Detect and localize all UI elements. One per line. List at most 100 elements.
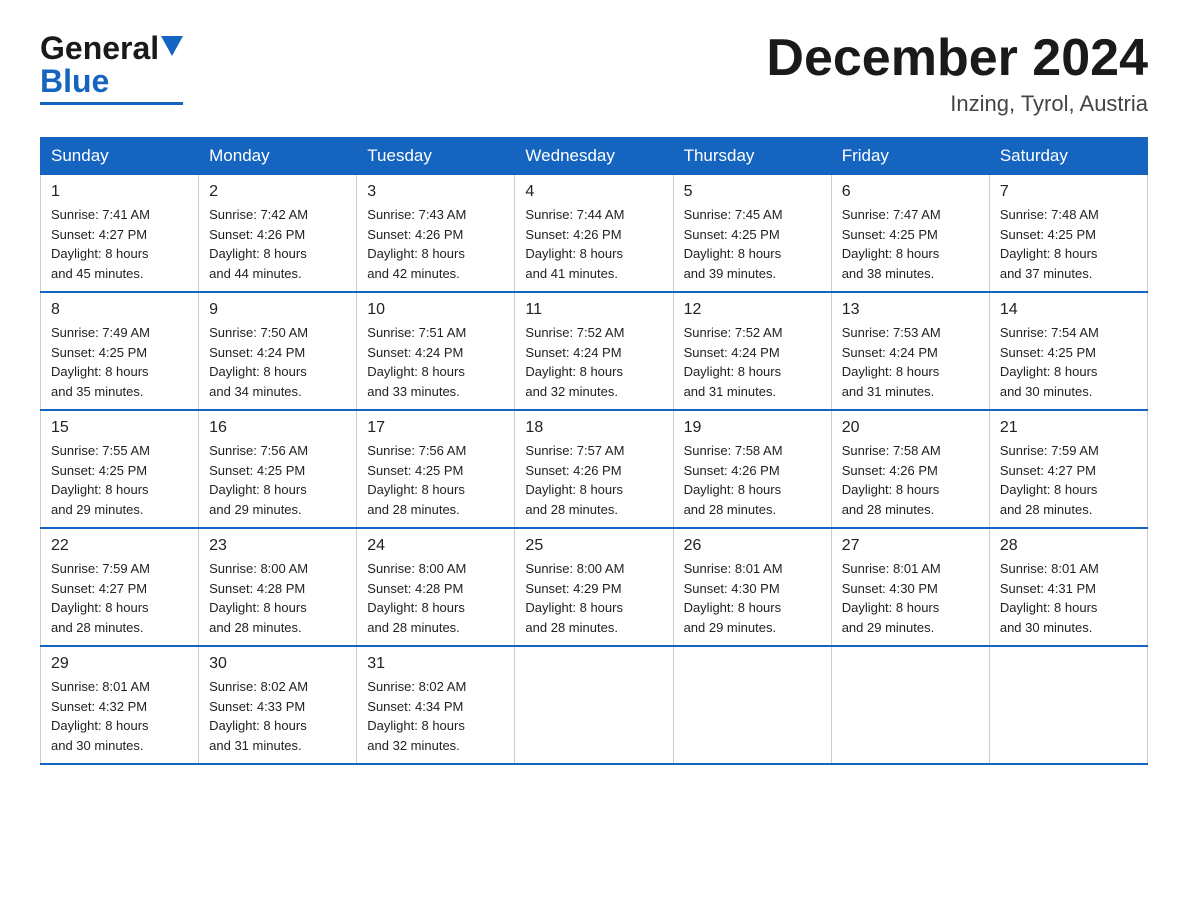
week-row-4: 22 Sunrise: 7:59 AM Sunset: 4:27 PM Dayl… bbox=[41, 528, 1148, 646]
day-info: Sunrise: 8:01 AM Sunset: 4:30 PM Dayligh… bbox=[842, 559, 979, 637]
day-number: 30 bbox=[209, 655, 346, 673]
day-number: 21 bbox=[1000, 419, 1137, 437]
day-number: 7 bbox=[1000, 183, 1137, 201]
header-saturday: Saturday bbox=[989, 138, 1147, 175]
calendar-cell: 15 Sunrise: 7:55 AM Sunset: 4:25 PM Dayl… bbox=[41, 410, 199, 528]
day-info: Sunrise: 7:58 AM Sunset: 4:26 PM Dayligh… bbox=[842, 441, 979, 519]
calendar-cell: 5 Sunrise: 7:45 AM Sunset: 4:25 PM Dayli… bbox=[673, 175, 831, 293]
day-number: 22 bbox=[51, 537, 188, 555]
calendar-cell: 20 Sunrise: 7:58 AM Sunset: 4:26 PM Dayl… bbox=[831, 410, 989, 528]
day-info: Sunrise: 7:49 AM Sunset: 4:25 PM Dayligh… bbox=[51, 323, 188, 401]
day-info: Sunrise: 8:00 AM Sunset: 4:28 PM Dayligh… bbox=[367, 559, 504, 637]
day-info: Sunrise: 7:56 AM Sunset: 4:25 PM Dayligh… bbox=[367, 441, 504, 519]
day-info: Sunrise: 7:55 AM Sunset: 4:25 PM Dayligh… bbox=[51, 441, 188, 519]
location: Inzing, Tyrol, Austria bbox=[766, 91, 1148, 117]
calendar-cell: 14 Sunrise: 7:54 AM Sunset: 4:25 PM Dayl… bbox=[989, 292, 1147, 410]
calendar-cell: 29 Sunrise: 8:01 AM Sunset: 4:32 PM Dayl… bbox=[41, 646, 199, 764]
calendar-cell: 17 Sunrise: 7:56 AM Sunset: 4:25 PM Dayl… bbox=[357, 410, 515, 528]
calendar-cell: 24 Sunrise: 8:00 AM Sunset: 4:28 PM Dayl… bbox=[357, 528, 515, 646]
day-number: 3 bbox=[367, 183, 504, 201]
day-info: Sunrise: 7:52 AM Sunset: 4:24 PM Dayligh… bbox=[684, 323, 821, 401]
calendar-table: SundayMondayTuesdayWednesdayThursdayFrid… bbox=[40, 137, 1148, 765]
day-info: Sunrise: 7:43 AM Sunset: 4:26 PM Dayligh… bbox=[367, 205, 504, 283]
week-row-5: 29 Sunrise: 8:01 AM Sunset: 4:32 PM Dayl… bbox=[41, 646, 1148, 764]
calendar-cell: 27 Sunrise: 8:01 AM Sunset: 4:30 PM Dayl… bbox=[831, 528, 989, 646]
calendar-cell: 3 Sunrise: 7:43 AM Sunset: 4:26 PM Dayli… bbox=[357, 175, 515, 293]
month-title: December 2024 bbox=[766, 30, 1148, 87]
day-number: 18 bbox=[525, 419, 662, 437]
day-info: Sunrise: 8:02 AM Sunset: 4:34 PM Dayligh… bbox=[367, 677, 504, 755]
header-monday: Monday bbox=[199, 138, 357, 175]
day-number: 1 bbox=[51, 183, 188, 201]
day-number: 28 bbox=[1000, 537, 1137, 555]
calendar-cell: 9 Sunrise: 7:50 AM Sunset: 4:24 PM Dayli… bbox=[199, 292, 357, 410]
header-wednesday: Wednesday bbox=[515, 138, 673, 175]
day-number: 12 bbox=[684, 301, 821, 319]
calendar-cell bbox=[515, 646, 673, 764]
calendar-cell: 7 Sunrise: 7:48 AM Sunset: 4:25 PM Dayli… bbox=[989, 175, 1147, 293]
logo-blue-text: Blue bbox=[40, 63, 109, 99]
day-info: Sunrise: 8:01 AM Sunset: 4:30 PM Dayligh… bbox=[684, 559, 821, 637]
day-info: Sunrise: 8:01 AM Sunset: 4:31 PM Dayligh… bbox=[1000, 559, 1137, 637]
header-friday: Friday bbox=[831, 138, 989, 175]
calendar-cell: 10 Sunrise: 7:51 AM Sunset: 4:24 PM Dayl… bbox=[357, 292, 515, 410]
calendar-cell: 19 Sunrise: 7:58 AM Sunset: 4:26 PM Dayl… bbox=[673, 410, 831, 528]
day-number: 8 bbox=[51, 301, 188, 319]
calendar-cell: 4 Sunrise: 7:44 AM Sunset: 4:26 PM Dayli… bbox=[515, 175, 673, 293]
day-number: 13 bbox=[842, 301, 979, 319]
day-info: Sunrise: 8:00 AM Sunset: 4:28 PM Dayligh… bbox=[209, 559, 346, 637]
calendar-cell: 1 Sunrise: 7:41 AM Sunset: 4:27 PM Dayli… bbox=[41, 175, 199, 293]
day-number: 24 bbox=[367, 537, 504, 555]
day-number: 26 bbox=[684, 537, 821, 555]
day-info: Sunrise: 7:59 AM Sunset: 4:27 PM Dayligh… bbox=[51, 559, 188, 637]
day-info: Sunrise: 7:42 AM Sunset: 4:26 PM Dayligh… bbox=[209, 205, 346, 283]
day-number: 25 bbox=[525, 537, 662, 555]
day-number: 4 bbox=[525, 183, 662, 201]
header-tuesday: Tuesday bbox=[357, 138, 515, 175]
calendar-cell: 21 Sunrise: 7:59 AM Sunset: 4:27 PM Dayl… bbox=[989, 410, 1147, 528]
calendar-cell: 22 Sunrise: 7:59 AM Sunset: 4:27 PM Dayl… bbox=[41, 528, 199, 646]
day-info: Sunrise: 7:45 AM Sunset: 4:25 PM Dayligh… bbox=[684, 205, 821, 283]
day-number: 23 bbox=[209, 537, 346, 555]
day-number: 29 bbox=[51, 655, 188, 673]
calendar-cell: 16 Sunrise: 7:56 AM Sunset: 4:25 PM Dayl… bbox=[199, 410, 357, 528]
day-number: 27 bbox=[842, 537, 979, 555]
week-row-1: 1 Sunrise: 7:41 AM Sunset: 4:27 PM Dayli… bbox=[41, 175, 1148, 293]
header-right: December 2024 Inzing, Tyrol, Austria bbox=[766, 30, 1148, 117]
logo-triangle-icon bbox=[161, 36, 183, 56]
day-info: Sunrise: 8:01 AM Sunset: 4:32 PM Dayligh… bbox=[51, 677, 188, 755]
day-number: 9 bbox=[209, 301, 346, 319]
week-row-2: 8 Sunrise: 7:49 AM Sunset: 4:25 PM Dayli… bbox=[41, 292, 1148, 410]
day-info: Sunrise: 7:51 AM Sunset: 4:24 PM Dayligh… bbox=[367, 323, 504, 401]
day-info: Sunrise: 8:02 AM Sunset: 4:33 PM Dayligh… bbox=[209, 677, 346, 755]
calendar-header-row: SundayMondayTuesdayWednesdayThursdayFrid… bbox=[41, 138, 1148, 175]
day-info: Sunrise: 7:50 AM Sunset: 4:24 PM Dayligh… bbox=[209, 323, 346, 401]
day-number: 10 bbox=[367, 301, 504, 319]
header-thursday: Thursday bbox=[673, 138, 831, 175]
calendar-cell: 2 Sunrise: 7:42 AM Sunset: 4:26 PM Dayli… bbox=[199, 175, 357, 293]
day-number: 16 bbox=[209, 419, 346, 437]
day-info: Sunrise: 7:54 AM Sunset: 4:25 PM Dayligh… bbox=[1000, 323, 1137, 401]
calendar-cell: 31 Sunrise: 8:02 AM Sunset: 4:34 PM Dayl… bbox=[357, 646, 515, 764]
calendar-cell bbox=[989, 646, 1147, 764]
calendar-cell bbox=[831, 646, 989, 764]
day-info: Sunrise: 7:57 AM Sunset: 4:26 PM Dayligh… bbox=[525, 441, 662, 519]
day-info: Sunrise: 8:00 AM Sunset: 4:29 PM Dayligh… bbox=[525, 559, 662, 637]
week-row-3: 15 Sunrise: 7:55 AM Sunset: 4:25 PM Dayl… bbox=[41, 410, 1148, 528]
day-info: Sunrise: 7:53 AM Sunset: 4:24 PM Dayligh… bbox=[842, 323, 979, 401]
header-sunday: Sunday bbox=[41, 138, 199, 175]
day-number: 14 bbox=[1000, 301, 1137, 319]
day-info: Sunrise: 7:52 AM Sunset: 4:24 PM Dayligh… bbox=[525, 323, 662, 401]
day-info: Sunrise: 7:48 AM Sunset: 4:25 PM Dayligh… bbox=[1000, 205, 1137, 283]
calendar-cell: 25 Sunrise: 8:00 AM Sunset: 4:29 PM Dayl… bbox=[515, 528, 673, 646]
day-number: 20 bbox=[842, 419, 979, 437]
logo-underline bbox=[40, 102, 183, 105]
calendar-cell bbox=[673, 646, 831, 764]
calendar-cell: 18 Sunrise: 7:57 AM Sunset: 4:26 PM Dayl… bbox=[515, 410, 673, 528]
logo: General Blue bbox=[40, 30, 183, 105]
day-info: Sunrise: 7:59 AM Sunset: 4:27 PM Dayligh… bbox=[1000, 441, 1137, 519]
day-info: Sunrise: 7:58 AM Sunset: 4:26 PM Dayligh… bbox=[684, 441, 821, 519]
day-info: Sunrise: 7:41 AM Sunset: 4:27 PM Dayligh… bbox=[51, 205, 188, 283]
logo-general-text: General bbox=[40, 30, 159, 67]
day-number: 11 bbox=[525, 301, 662, 319]
